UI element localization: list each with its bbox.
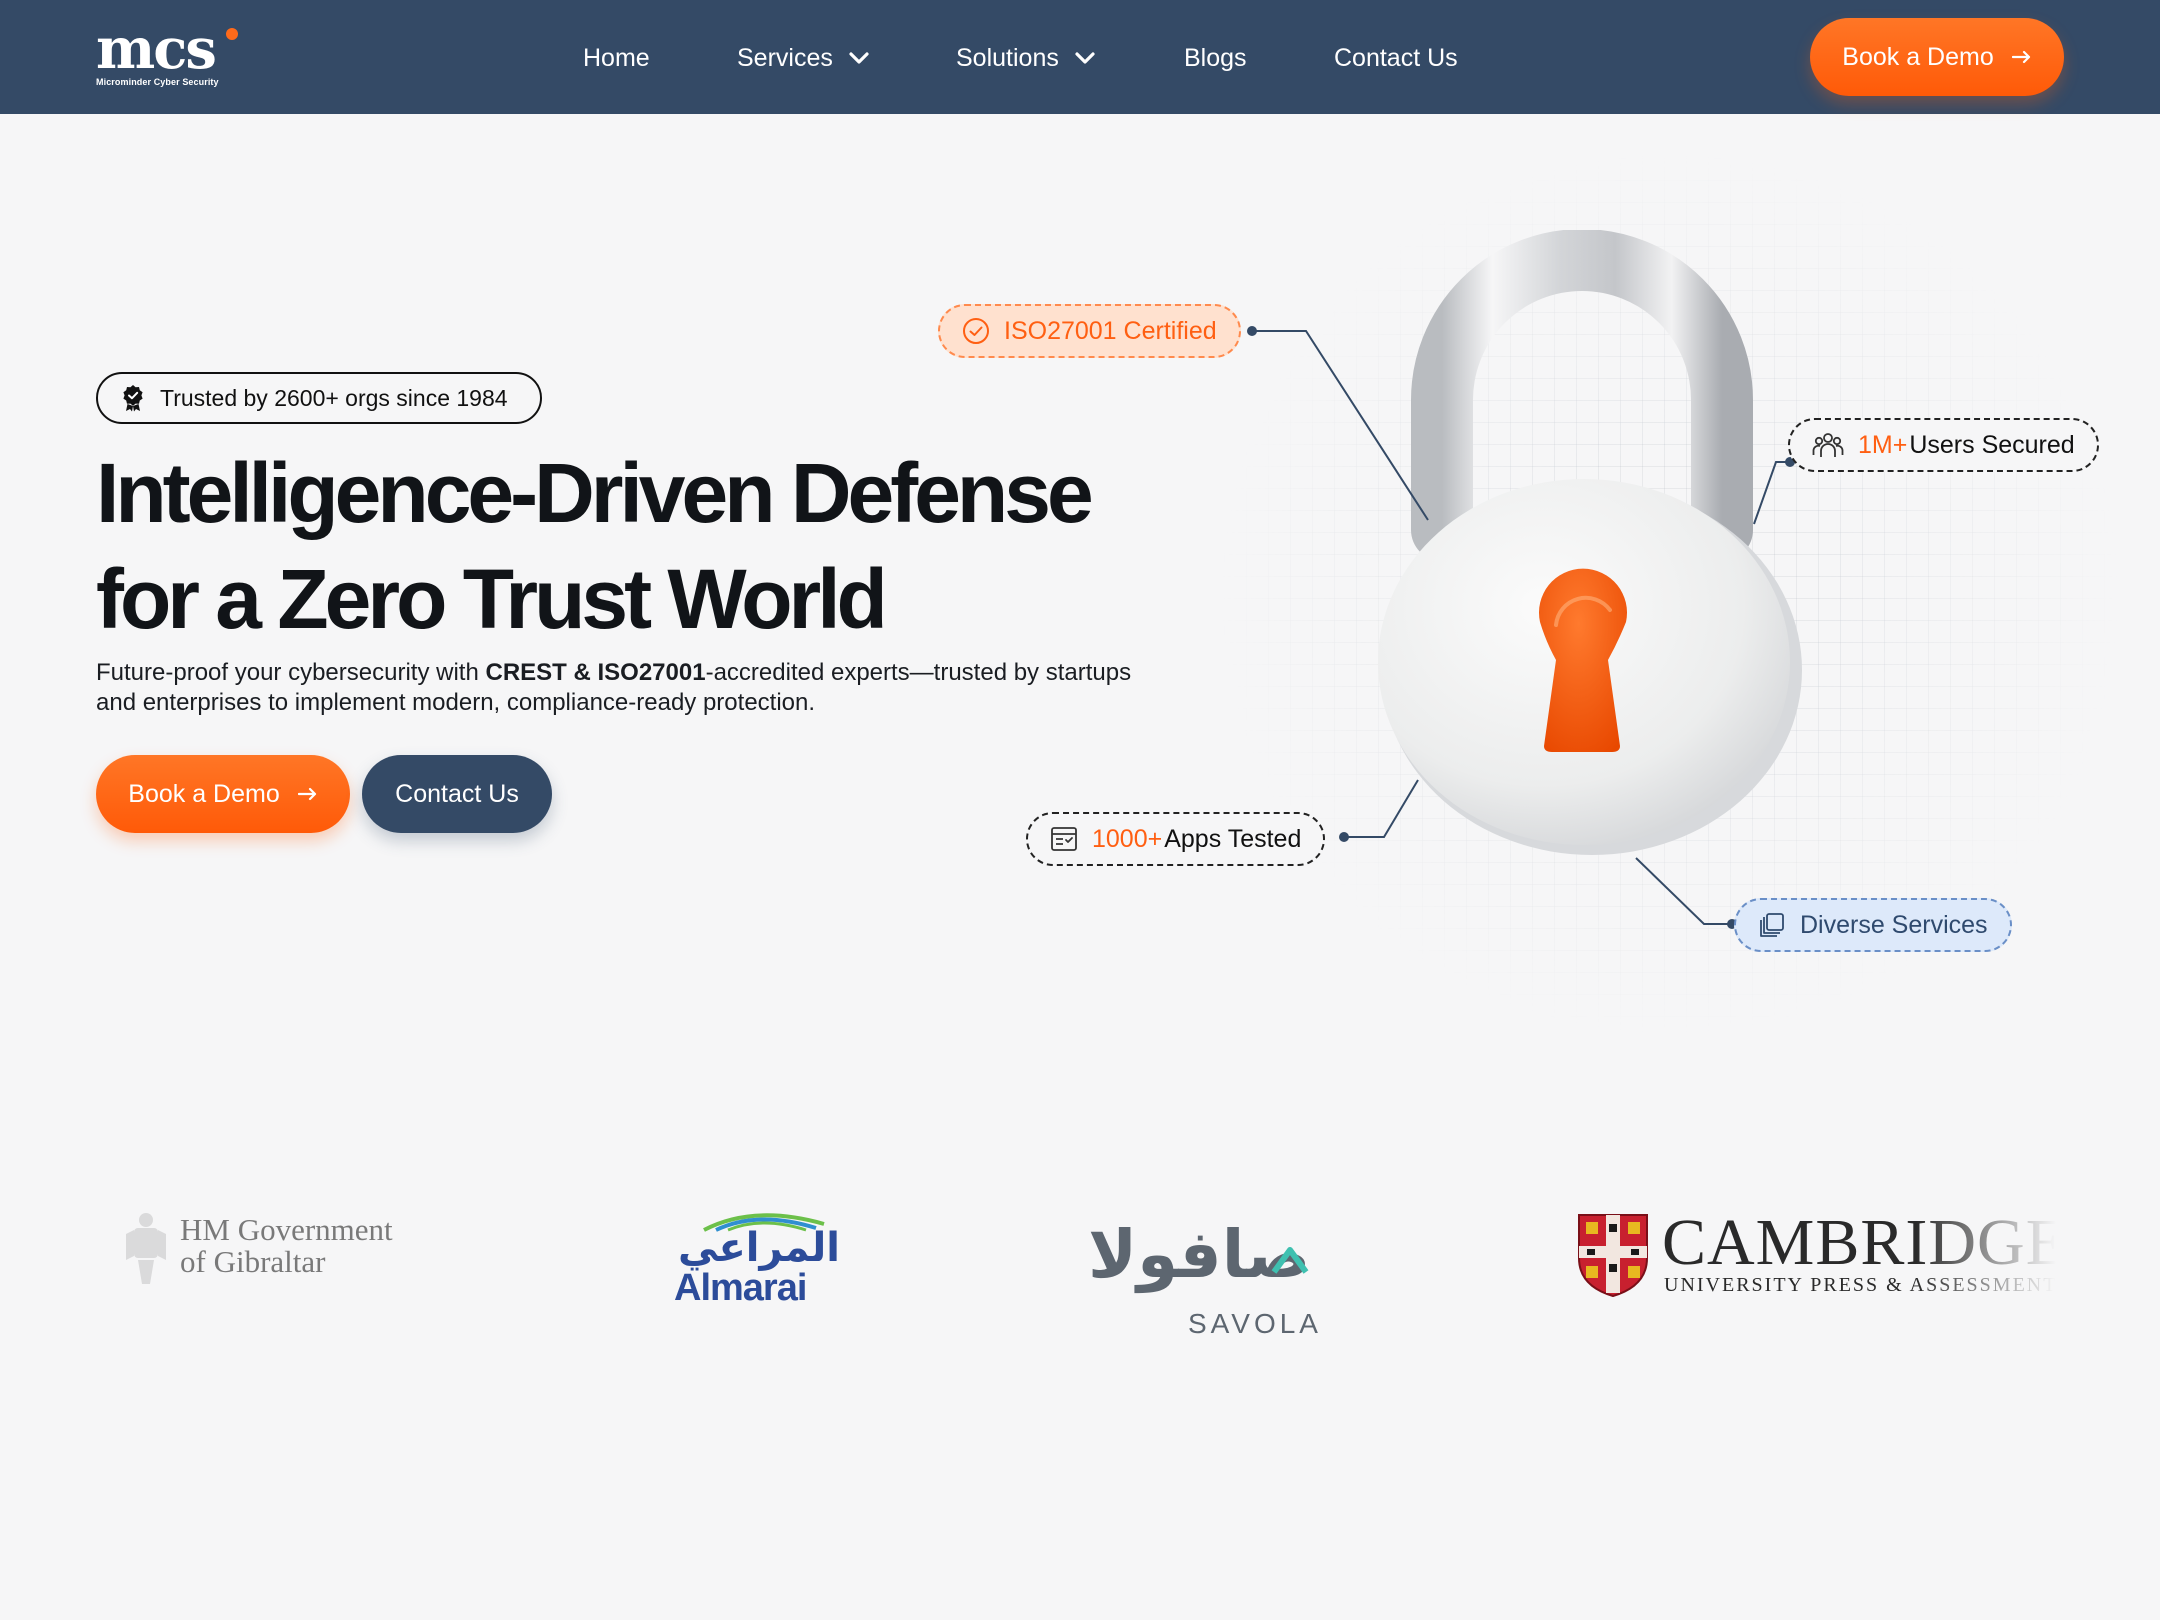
callout-stat: 1000+ <box>1092 824 1163 853</box>
nav-item-label: Blogs <box>1184 43 1247 72</box>
callout-users-secured: 1M+ Users Secured <box>1788 418 2099 472</box>
nav-item-blogs[interactable]: Blogs <box>1184 42 1247 74</box>
savola-wordmark: SAVOLA <box>1188 1308 1322 1339</box>
chevron-down-icon <box>1075 52 1095 64</box>
button-label: Book a Demo <box>1842 42 1994 71</box>
users-icon <box>1812 433 1844 457</box>
padlock-illustration <box>1378 230 1802 855</box>
checklist-icon <box>1051 827 1077 851</box>
gibraltar-crest-icon <box>126 1213 166 1284</box>
hero-contact-us-button[interactable]: Contact Us <box>362 755 552 833</box>
logo-tagline: Microminder Cyber Security <box>96 77 219 87</box>
callout-apps-tested: 1000+ Apps Tested <box>1026 812 1326 866</box>
layers-icon <box>1760 913 1784 937</box>
nav-item-home[interactable]: Home <box>583 42 650 74</box>
nav-item-label: Home <box>583 43 650 72</box>
trusted-badge: Trusted by 2600+ orgs since 1984 <box>96 372 542 424</box>
almarai-logo: المراعي Almarai <box>674 1208 840 1312</box>
nav-item-services[interactable]: Services <box>737 42 869 74</box>
button-label: Contact Us <box>395 779 519 808</box>
subtext-accreditation: CREST & ISO27001 <box>485 659 706 686</box>
callout-iso-certified: ISO27001 Certified <box>938 304 1241 358</box>
mcs-logo[interactable]: mcs Microminder Cyber Security <box>96 16 246 90</box>
hero-subtext: Future-proof your cybersecurity with CRE… <box>96 658 1156 718</box>
nav-item-label: Contact Us <box>1334 43 1458 72</box>
chevron-down-icon <box>849 52 869 64</box>
check-circle-icon <box>963 318 989 344</box>
nav-item-label: Services <box>737 43 833 72</box>
callout-label: Diverse Services <box>1800 910 1988 939</box>
logo-fade-overlay <box>1916 1212 2056 1302</box>
nav-book-demo-button[interactable]: Book a Demo <box>1810 18 2064 96</box>
callout-label: Apps Tested <box>1164 824 1302 853</box>
client-logo-strip: HM Government of Gibraltar المراعي Almar… <box>0 1180 2160 1339</box>
arrow-right-icon <box>2011 50 2030 64</box>
arrow-right-icon <box>297 787 316 801</box>
callout-label: Users Secured <box>1909 430 2075 459</box>
gibraltar-line-2: of Gibraltar <box>180 1244 326 1279</box>
top-navbar: mcs Microminder Cyber Security Home Serv… <box>0 0 2160 114</box>
callout-diverse-services: Diverse Services <box>1734 898 2012 952</box>
gibraltar-wordmark: HM Government of Gibraltar <box>180 1214 393 1278</box>
logo-wordmark: mcs <box>96 16 217 82</box>
nav-item-solutions[interactable]: Solutions <box>956 42 1095 74</box>
trusted-badge-text: Trusted by 2600+ orgs since 1984 <box>160 384 508 411</box>
savola-logo: صافولا SAVOLA <box>1088 1210 1318 1339</box>
headline-line-1: Intelligence-Driven Defense <box>96 446 1094 540</box>
hero-book-demo-button[interactable]: Book a Demo <box>96 755 350 833</box>
cambridge-shield-icon <box>1578 1214 1648 1298</box>
cambridge-logo: CAMBRIDGE UNIVERSITY PRESS & ASSESSMENT <box>1576 1212 2056 1302</box>
nav-item-contact[interactable]: Contact Us <box>1334 42 1458 74</box>
subtext-part-1: Future-proof your cybersecurity with <box>96 659 486 686</box>
savola-triangle-icon <box>1271 1247 1309 1274</box>
nav-item-label: Solutions <box>956 43 1059 72</box>
headline-line-2: for a Zero Trust World <box>96 552 888 646</box>
hero-headline: Intelligence-Driven Defense for a Zero T… <box>96 440 1236 652</box>
button-label: Book a Demo <box>128 779 280 808</box>
callout-label: ISO27001 Certified <box>1004 316 1217 345</box>
almarai-arabic: المراعي <box>678 1225 840 1271</box>
logo-dot <box>226 28 238 40</box>
almarai-wordmark: Almarai <box>674 1267 807 1309</box>
gibraltar-line-1: HM Government <box>180 1212 393 1247</box>
gibraltar-logo: HM Government of Gibraltar <box>120 1213 440 1294</box>
award-badge-icon <box>123 385 143 412</box>
callout-stat: 1M+ <box>1858 430 1908 459</box>
